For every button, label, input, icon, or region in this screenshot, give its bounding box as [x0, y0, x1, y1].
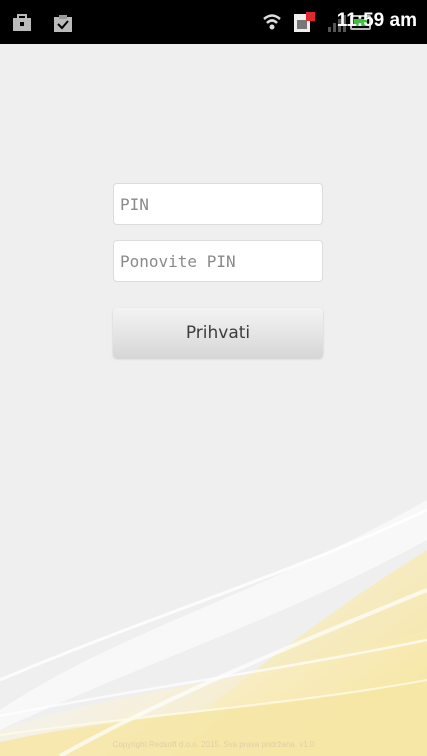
- app-screen: 11:59 am Prihvati Copyright Redsoft d.o.…: [0, 0, 427, 756]
- copyright-text: Copyright Redsoft d.o.o. 2015. Sva prava…: [112, 740, 315, 749]
- sim-card-icon: [294, 12, 315, 32]
- wifi-icon: [263, 14, 281, 30]
- bag-icon: [13, 14, 31, 31]
- clipboard-check-icon: [54, 15, 72, 32]
- status-bar: 11:59 am: [0, 0, 427, 44]
- accept-button[interactable]: Prihvati: [113, 308, 323, 358]
- repeat-pin-input[interactable]: [113, 240, 323, 282]
- pin-input[interactable]: [113, 183, 323, 225]
- status-time: 11:59 am: [336, 10, 417, 31]
- background-waves: [0, 500, 427, 756]
